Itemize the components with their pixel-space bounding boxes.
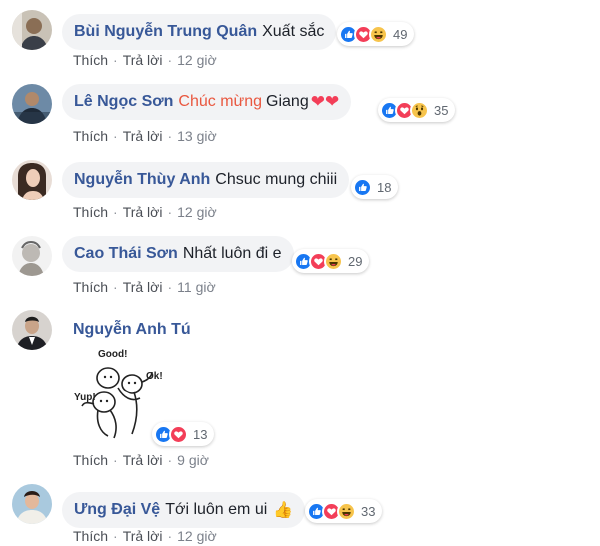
comment-author[interactable]: Cao Thái Sơn [74,245,178,263]
avatar[interactable] [12,236,52,276]
love-icon [169,424,188,444]
like-link[interactable]: Thích [73,128,108,144]
avatar[interactable] [12,310,52,350]
like-link[interactable]: Thích [73,279,108,295]
comment-bubble: Lê Ngọc Sơn Chúc mừng Giang ❤❤ [62,84,352,120]
comment-time[interactable]: 9 giờ [177,452,209,468]
reaction-summary[interactable]: 18 [351,175,399,199]
comment-time[interactable]: 13 giờ [177,128,217,144]
avatar[interactable] [12,484,52,524]
comment-author[interactable]: Nguyễn Thùy Anh [74,171,210,189]
comment-time[interactable]: 11 giờ [177,279,216,295]
avatar[interactable] [12,84,52,124]
sticker-text: Yup! [74,392,96,403]
separator-dot: · [167,52,173,68]
separator-dot: · [113,452,118,468]
comment-actions: Thích · Trả lời · 13 giờ [73,128,217,144]
haha-icon [324,251,343,271]
separator-dot: · [167,528,173,544]
separator-dot: · [113,528,118,544]
comment-bubble: Bùi Nguyễn Trung Quân Xuất sắc [62,14,337,50]
reaction-summary[interactable]: 29 [292,249,370,273]
haha-icon [369,24,388,44]
separator-dot: · [113,279,118,295]
comment-text: Tới luôn em ui [165,501,268,518]
reaction-count: 18 [377,179,392,195]
reaction-count: 49 [393,26,408,42]
like-link[interactable]: Thích [73,528,108,544]
comment-time[interactable]: 12 giờ [177,528,217,544]
comment-author[interactable]: Bùi Nguyễn Trung Quân [74,23,257,41]
comment-actions: Thích · Trả lời · 12 giờ [73,204,217,220]
reply-link[interactable]: Trả lời [123,279,163,295]
comment-text: Giang [266,93,309,110]
comment-bubble: Nguyễn Thùy Anh Chsuc mung chiii [62,162,350,198]
reaction-count: 35 [434,102,449,118]
separator-dot: · [167,128,173,144]
comment-bubble: Nguyễn Anh Tú [62,312,208,348]
separator-dot: · [167,279,173,295]
reaction-count: 33 [361,503,376,519]
like-link[interactable]: Thích [73,204,108,220]
comment-time[interactable]: 12 giờ [177,204,217,220]
comment-author[interactable]: Nguyễn Anh Tú [73,321,191,339]
separator-dot: · [113,204,118,220]
separator-dot: · [167,204,173,220]
comment-actions: Thích · Trả lời · 9 giờ [73,452,209,468]
reaction-summary[interactable]: 13 [152,422,215,446]
reaction-count: 29 [348,253,363,269]
like-link[interactable]: Thích [73,452,108,468]
reply-link[interactable]: Trả lời [123,52,163,68]
comment-actions: Thích · Trả lời · 12 giờ [73,528,217,544]
comment-text: Xuất sắc [262,23,325,40]
comment-time[interactable]: 12 giờ [177,52,217,68]
heart-emoji: ❤❤ [310,92,340,111]
thumbs-emoji: 👍 [273,502,294,519]
comment-bubble: Cao Thái Sơn Nhất luôn đi e [62,236,294,272]
reaction-count: 13 [193,426,208,442]
reaction-summary[interactable]: 33 [305,499,383,523]
separator-dot: · [113,52,118,68]
separator-dot: · [167,452,173,468]
wow-icon [410,100,429,120]
avatar[interactable] [12,160,52,200]
comment-bubble: Ưng Đại Vệ Tới luôn em ui 👍 [62,492,306,528]
separator-dot: · [113,128,118,144]
like-icon [353,177,372,197]
reply-link[interactable]: Trả lời [123,452,163,468]
comment-author[interactable]: Lê Ngọc Sơn [74,93,173,111]
comment-actions: Thích · Trả lời · 11 giờ [73,279,216,295]
reply-link[interactable]: Trả lời [123,528,163,544]
comment-text: Chsuc mung chiii [215,171,338,188]
comment-author[interactable]: Ưng Đại Vệ [74,501,160,519]
reaction-summary[interactable]: 35 [378,98,456,122]
sticker-text: Good! [98,349,127,360]
avatar[interactable] [12,10,52,50]
sticker-text: Ok! [146,371,163,382]
comment-text: Nhất luôn đi e [182,245,282,262]
reaction-summary[interactable]: 49 [337,22,415,46]
like-link[interactable]: Thích [73,52,108,68]
comment-actions: Thích · Trả lời · 12 giờ [73,52,217,68]
haha-icon [337,501,356,521]
highlight-text: Chúc mừng [178,93,263,110]
reply-link[interactable]: Trả lời [123,204,163,220]
reply-link[interactable]: Trả lời [123,128,163,144]
